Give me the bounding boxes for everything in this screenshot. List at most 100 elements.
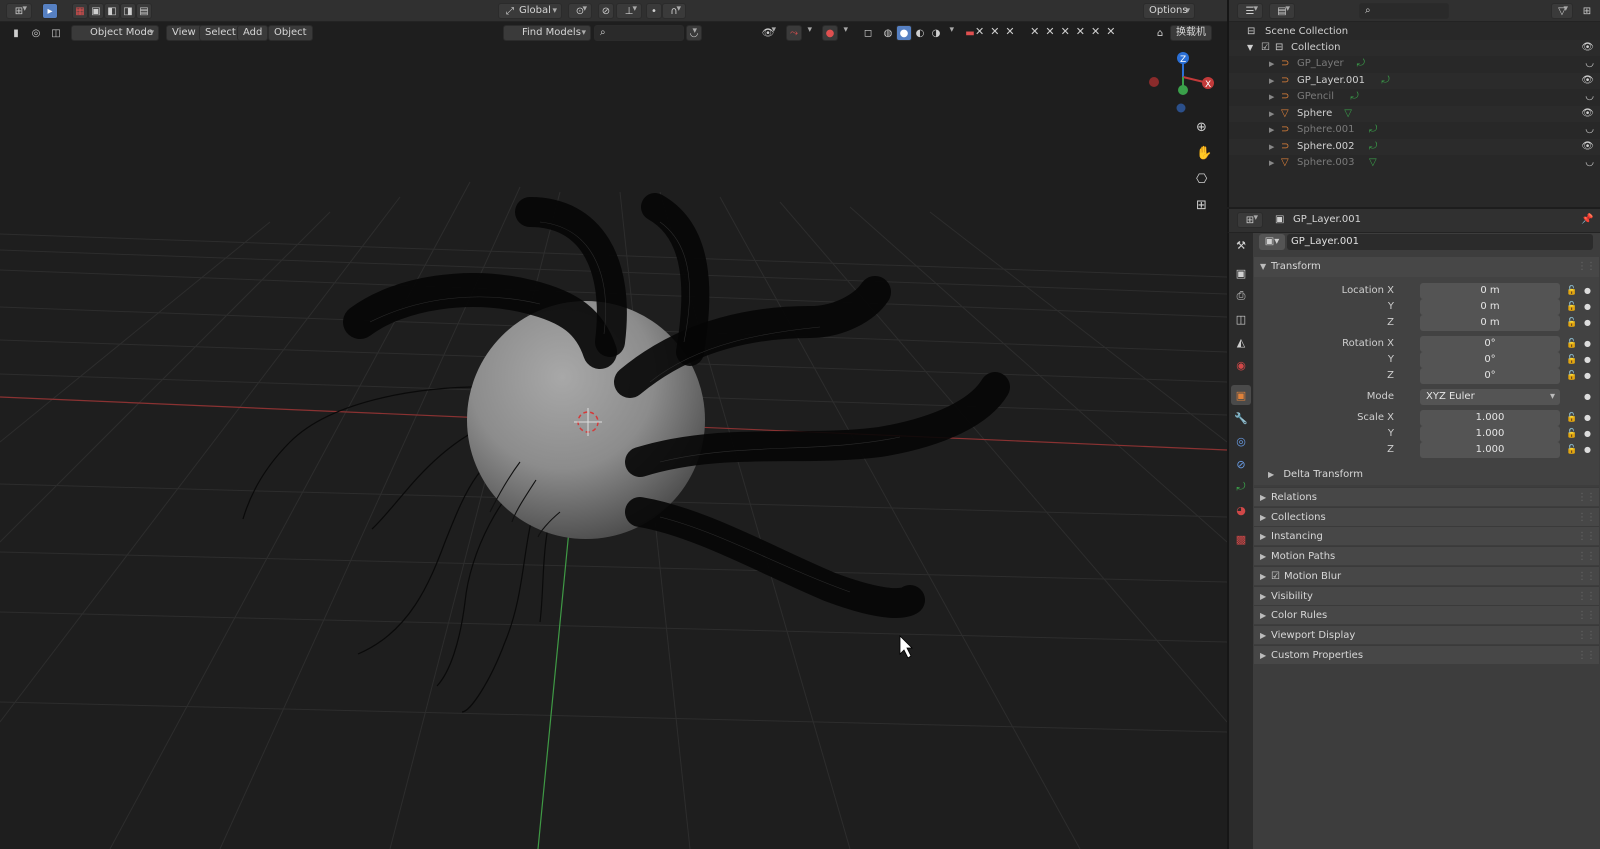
effects-tab-icon[interactable]: ◎ (1231, 431, 1251, 451)
options-dropdown[interactable]: Options (1143, 3, 1195, 19)
pin-icon[interactable]: 📌 (1581, 214, 1593, 225)
pivot-icon[interactable]: ⊙ (568, 3, 592, 19)
constraints-tab-icon[interactable]: ⊘ (1231, 454, 1251, 474)
outliner-item[interactable]: ▶ ▽ Sphere ▽ 👁 (1229, 105, 1600, 122)
rotation-y-field[interactable]: 0° (1420, 352, 1560, 368)
lock-icon[interactable]: 🔓 (1566, 336, 1577, 352)
outliner-scene-collection[interactable]: ⊟ Scene Collection (1229, 24, 1600, 40)
outliner-item[interactable]: ▶ ▽ Sphere.003 ▽ ◡ (1229, 155, 1600, 171)
view-layer-tab-icon[interactable]: ◫ (1231, 309, 1251, 329)
keyframe-dot-icon[interactable]: ● (1584, 336, 1591, 352)
outliner-item[interactable]: ▶ ⊃ GP_Layer ⤾ ◡ (1229, 56, 1600, 72)
eye-icon[interactable]: 👁 (1581, 139, 1594, 155)
3d-viewport[interactable]: Z X ▮ ◎ ◫ Object Mode View Select Add Ob… (0, 22, 1227, 849)
snap-target-icon[interactable]: ⊥ (616, 3, 642, 19)
mesh-data-icon[interactable]: ▽ (1369, 155, 1377, 171)
panel-viewport-display[interactable]: ▶ Viewport Display ⋮⋮ (1254, 624, 1599, 645)
eye-closed-icon[interactable]: ◡ (1585, 56, 1594, 72)
stroke-data-icon[interactable]: ⤾ (1369, 122, 1377, 138)
render-preview-icon[interactable]: ⌂ (1152, 25, 1168, 41)
mesh-data-icon[interactable]: ▽ (1344, 106, 1352, 122)
outliner-search-field[interactable]: ⌕ (1359, 3, 1449, 19)
menu-select[interactable]: Select (199, 25, 242, 41)
outliner-collection[interactable]: ▼ ☑ ⊟ Collection 👁 (1229, 40, 1600, 56)
collapse-arrow-icon[interactable]: ▼ (1247, 40, 1253, 56)
drag-handle-icon[interactable]: ⋮⋮ (1577, 626, 1596, 645)
keyframe-dot-icon[interactable]: ● (1584, 389, 1591, 405)
properties-editor-icon[interactable]: ⊞ (1237, 212, 1263, 228)
lock-icon[interactable]: 🔓 (1566, 315, 1577, 331)
keyframe-dot-icon[interactable]: ● (1584, 410, 1591, 426)
expand-arrow-icon[interactable]: ▶ (1269, 155, 1274, 171)
overlay-dropdown-icon[interactable] (838, 25, 852, 41)
panel-motion-blur[interactable]: ▶ ☑ Motion Blur ⋮⋮ (1254, 565, 1599, 585)
select-subtract-icon[interactable]: ◧ (104, 3, 120, 19)
rotation-x-field[interactable]: 0° (1420, 336, 1560, 352)
search-options-icon[interactable]: ◡ (686, 25, 702, 41)
expand-arrow-icon[interactable]: ▶ (1269, 122, 1274, 138)
visibility-icon[interactable]: 👁 (756, 25, 780, 41)
menu-view[interactable]: View (166, 25, 202, 41)
stroke-data-icon[interactable]: ⤾ (1357, 56, 1365, 72)
object-name-field[interactable]: GP_Layer.001 (1287, 234, 1593, 250)
mode-dropdown[interactable]: Object Mode (71, 25, 159, 41)
world-tab-icon[interactable]: ◉ (1231, 355, 1251, 375)
scale-y-field[interactable]: 1.000 (1420, 426, 1560, 442)
scene-tab-icon[interactable]: ◭ (1231, 332, 1251, 352)
output-tab-icon[interactable]: ⎙ (1231, 286, 1251, 306)
gizmo-toggle-icon[interactable]: ⤳ (786, 25, 802, 41)
bookmark-icon[interactable]: ▮ (8, 25, 24, 41)
keyframe-dot-icon[interactable]: ● (1584, 283, 1591, 299)
eye-closed-icon[interactable]: ◡ (1585, 122, 1594, 138)
lock-icon[interactable]: 🔓 (1566, 283, 1577, 299)
select-invert-icon[interactable]: ◨ (120, 3, 136, 19)
data-tab-icon[interactable]: ⤾ (1231, 477, 1251, 497)
lock-icon[interactable]: 🔓 (1566, 352, 1577, 368)
select-box-icon[interactable]: ▦ (72, 3, 88, 19)
expand-arrow-icon[interactable]: ▶ (1269, 89, 1274, 105)
lock-icon[interactable]: 🔓 (1566, 410, 1577, 426)
eye-icon[interactable]: 👁 (1581, 40, 1594, 56)
editor-type-icon[interactable]: ⊞ (6, 3, 32, 19)
select-intersect-icon[interactable]: ▤ (136, 3, 152, 19)
lock-icon[interactable]: 🔓 (1566, 442, 1577, 458)
select-tool-icon[interactable]: ▸ (42, 3, 58, 19)
location-y-field[interactable]: 0 m (1420, 299, 1560, 315)
camera-icon[interactable]: ⎔ (1196, 172, 1207, 187)
new-collection-icon[interactable]: ⊞ (1579, 3, 1595, 19)
object-type-icon[interactable]: ▣▾ (1259, 234, 1285, 250)
outliner-item[interactable]: ▶ ⊃ GPencil ⤾ ◡ (1229, 89, 1600, 105)
outliner-item[interactable]: ▶ ⊃ Sphere.002 ⤾ 👁 (1229, 138, 1600, 155)
drag-handle-icon[interactable]: ⋮⋮ (1577, 587, 1596, 606)
expand-arrow-icon[interactable]: ▶ (1269, 106, 1274, 122)
keyframe-dot-icon[interactable]: ● (1584, 299, 1591, 315)
stroke-data-icon[interactable]: ⤾ (1381, 73, 1389, 89)
proportional-edit-icon[interactable]: • (646, 3, 662, 19)
rotation-mode-dropdown[interactable]: XYZ Euler ▾ (1420, 389, 1560, 405)
motion-blur-checkbox[interactable]: ☑ (1271, 571, 1280, 582)
expand-arrow-icon[interactable]: ▶ (1269, 56, 1274, 72)
lock-icon[interactable]: 🔓 (1566, 299, 1577, 315)
shading-dropdown-icon[interactable] (944, 25, 958, 41)
drag-handle-icon[interactable]: ⋮⋮ (1577, 646, 1596, 665)
checkbox-icon[interactable]: ☑ (1261, 40, 1270, 56)
object-tab-icon[interactable]: ▣ (1231, 385, 1251, 405)
menu-add[interactable]: Add (237, 25, 269, 41)
navigation-gizmo[interactable]: Z X (1149, 52, 1214, 113)
outliner-item[interactable]: ▶ ⊃ GP_Layer.001 ⤾ 👁 (1229, 72, 1600, 89)
overlay-toggle-icon[interactable]: ● (822, 25, 838, 41)
drag-handle-icon[interactable]: ⋮⋮ (1577, 527, 1596, 546)
drag-handle-icon[interactable]: ⋮⋮ (1577, 606, 1596, 625)
falloff-icon[interactable]: ∩ (662, 3, 686, 19)
zoom-icon[interactable]: ⊕ (1196, 120, 1207, 135)
stroke-data-icon[interactable]: ⤾ (1350, 89, 1358, 105)
scale-z-field[interactable]: 1.000 (1420, 442, 1560, 458)
xray-icon[interactable]: ◻ (860, 25, 876, 41)
stroke-data-icon[interactable]: ⤾ (1369, 139, 1377, 155)
drag-handle-icon[interactable]: ⋮⋮ (1577, 508, 1596, 527)
expand-arrow-icon[interactable]: ▶ (1269, 139, 1274, 155)
find-models-dropdown[interactable]: Find Models (503, 25, 591, 41)
outliner-editor-icon[interactable]: ☰ (1237, 3, 1263, 19)
tool-tab-icon[interactable]: ⚒ (1231, 235, 1251, 255)
panel-collections[interactable]: ▶ Collections ⋮⋮ (1254, 506, 1599, 527)
